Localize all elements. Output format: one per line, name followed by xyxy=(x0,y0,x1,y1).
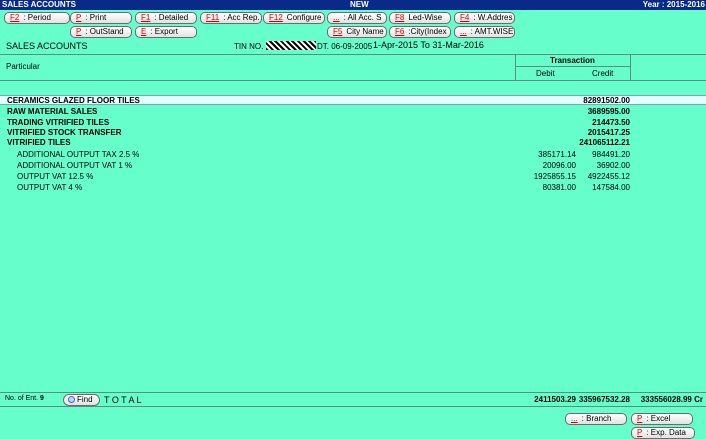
row-particular: ADDITIONAL OUTPUT TAX 2.5 % xyxy=(17,150,140,159)
print-button[interactable]: P: Print xyxy=(70,12,132,24)
ledger-wise-button[interactable]: F8 Led-Wise xyxy=(389,12,451,24)
find-button[interactable]: Find xyxy=(63,394,100,406)
table-row[interactable]: CERAMICS GLAZED FLOOR TILES 82891502.00 xyxy=(0,95,706,105)
total-balance: 333556028.99 Cr xyxy=(640,395,703,404)
branch-button[interactable]: ...: Branch xyxy=(565,413,627,425)
entries-label: No. of Ent. xyxy=(5,395,39,402)
row-particular: CERAMICS GLAZED FLOOR TILES xyxy=(7,96,140,105)
all-accounts-button[interactable]: ...: All Acc. S xyxy=(327,12,387,24)
total-debit: 2411503.29 xyxy=(534,395,576,404)
row-debit: 385171.14 xyxy=(538,150,576,159)
amount-wise-button[interactable]: ...: AMT.WISE xyxy=(454,26,515,38)
row-debit: 80381.00 xyxy=(542,183,576,192)
footer-top-border xyxy=(0,392,706,393)
row-credit: 214473.50 xyxy=(592,118,630,127)
account-report-button[interactable]: F11: Acc Rep. xyxy=(200,12,262,24)
table-row[interactable]: VITRIFIED TILES 241065112.21 xyxy=(0,138,706,148)
header-divider-right xyxy=(630,54,631,81)
window-title: SALES ACCOUNTS xyxy=(2,0,76,9)
row-debit: 20096.00 xyxy=(542,161,576,170)
column-header-debit: Debit xyxy=(536,69,555,78)
table-row[interactable]: OUTPUT VAT 12.5 % 1925855.15 4922455.12 xyxy=(0,172,706,182)
row-credit: 147584.00 xyxy=(592,183,630,192)
row-particular: VITRIFIED TILES xyxy=(7,138,71,147)
row-credit: 3689595.00 xyxy=(587,107,630,116)
excel-button[interactable]: P: Excel xyxy=(631,413,693,425)
period-button[interactable]: F2: Period xyxy=(4,12,70,24)
report-title: SALES ACCOUNTS xyxy=(6,41,88,51)
table-row[interactable]: OUTPUT VAT 4 % 80381.00 147584.00 xyxy=(0,183,706,193)
tin-label: TIN NO. xyxy=(234,42,264,51)
export-data-button[interactable]: P: Exp. Data xyxy=(631,427,695,439)
row-credit: 4922455.12 xyxy=(587,172,630,181)
financial-year: Year : 2015-2016 xyxy=(642,0,705,9)
row-particular: VITRIFIED STOCK TRANSFER xyxy=(7,128,122,137)
row-credit: 241065112.21 xyxy=(579,138,630,147)
outstanding-button[interactable]: P: OutStand xyxy=(70,26,132,38)
row-particular: RAW MATERIAL SALES xyxy=(7,107,98,116)
total-credit: 335967532.28 xyxy=(578,395,630,404)
entries-count: 9 xyxy=(40,395,44,402)
row-particular: TRADING VITRIFIED TILES xyxy=(7,118,110,127)
title-bar: SALES ACCOUNTS NEW Year : 2015-2016 xyxy=(0,0,706,10)
header-subdivider xyxy=(515,66,630,67)
configure-button[interactable]: F12 Configure xyxy=(263,12,325,24)
header-bottom-border xyxy=(0,80,706,81)
table-row[interactable]: VITRIFIED STOCK TRANSFER 2015417.25 xyxy=(0,128,706,138)
row-debit: 1925855.15 xyxy=(533,172,576,181)
row-particular: ADDITIONAL OUTPUT VAT 1 % xyxy=(17,161,133,170)
footer-bottom-border xyxy=(0,406,706,407)
header-top-border xyxy=(0,54,706,55)
row-credit: 82891502.00 xyxy=(583,96,630,105)
row-credit: 2015417.25 xyxy=(587,128,630,137)
table-row[interactable]: ADDITIONAL OUTPUT VAT 1 % 20096.00 36902… xyxy=(0,161,706,171)
mode-indicator: NEW xyxy=(350,0,369,9)
total-label: T O T A L xyxy=(104,395,142,405)
row-particular: OUTPUT VAT 4 % xyxy=(17,183,83,192)
column-header-transaction: Transaction xyxy=(550,56,595,65)
table-row[interactable]: RAW MATERIAL SALES 3689595.00 xyxy=(0,107,706,117)
search-icon xyxy=(68,396,75,403)
export-button[interactable]: E: Export xyxy=(135,26,197,38)
tin-redacted xyxy=(266,41,316,50)
column-header-credit: Credit xyxy=(592,69,614,78)
table-row[interactable]: ADDITIONAL OUTPUT TAX 2.5 % 385171.14 98… xyxy=(0,150,706,160)
city-name-button[interactable]: F5 City Name xyxy=(327,26,387,38)
row-particular: OUTPUT VAT 12.5 % xyxy=(17,172,94,181)
column-header-particular: Particular xyxy=(6,62,40,71)
row-credit: 984491.20 xyxy=(592,150,630,159)
row-credit: 36902.00 xyxy=(596,161,630,170)
table-row[interactable]: TRADING VITRIFIED TILES 214473.50 xyxy=(0,118,706,128)
with-address-button[interactable]: F4: W.Addres xyxy=(454,12,515,24)
detailed-button[interactable]: F1: Detailed xyxy=(135,12,197,24)
report-period: 1-Apr-2015 To 31-Mar-2016 xyxy=(373,40,484,50)
header-divider-left xyxy=(515,54,516,81)
date-label: DT. 06-09-2005 xyxy=(317,42,373,51)
city-index-button[interactable]: F6:City(Index xyxy=(389,26,451,38)
